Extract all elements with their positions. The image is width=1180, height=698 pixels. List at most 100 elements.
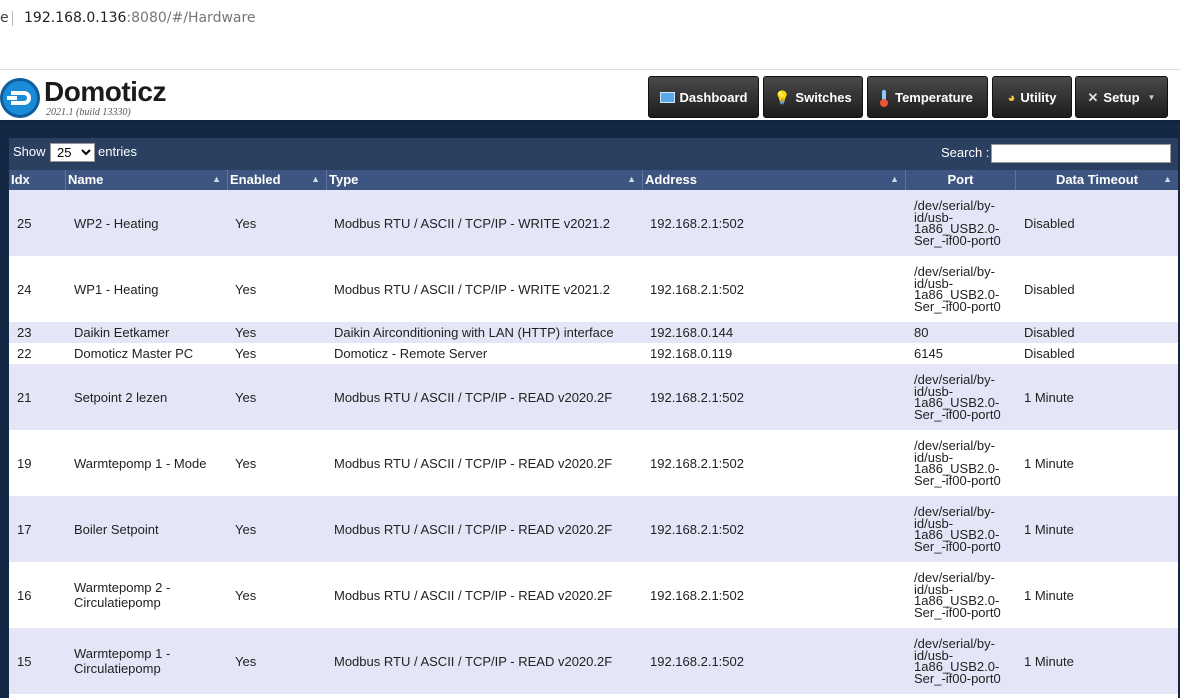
nav-temperature-button[interactable]: Temperature xyxy=(867,76,988,118)
cell-port-line: Ser_-if00-port0 xyxy=(914,232,1001,248)
col-header-name[interactable]: Name ▲ xyxy=(66,170,228,190)
nav-setup-button[interactable]: ✕ Setup ▼ xyxy=(1075,76,1168,118)
cell-address: 192.168.2.1:502 xyxy=(650,389,744,405)
url-text[interactable]: 192.168.0.136:8080/#/Hardware xyxy=(24,10,256,26)
cell-type: Modbus RTU / ASCII / TCP/IP - WRITE v202… xyxy=(334,215,610,231)
cell-type: Modbus RTU / ASCII / TCP/IP - READ v2020… xyxy=(334,521,613,537)
cell-port-line: Ser_-if00-port0 xyxy=(914,406,1001,422)
cell-name: Warmtepomp 1 - Circulatiepomp xyxy=(74,628,224,694)
cell-port: /dev/serial/by-id/usb- 1a86_USB2.0- Ser_-i… xyxy=(914,256,1014,322)
cell-port: /dev/serial/by-id/usb- 1a86_USB2.0- Ser_-i… xyxy=(914,496,1014,562)
cell-port: 80 xyxy=(914,322,1014,343)
cell-idx: 16 xyxy=(17,587,32,603)
domoticz-logo-icon[interactable] xyxy=(0,78,40,118)
table-row[interactable]: 16 Warmtepomp 2 - Circulatiepomp Yes Modbus … xyxy=(9,562,1178,628)
cell-idx: 17 xyxy=(17,521,32,537)
cell-address: 192.168.0.119 xyxy=(650,346,733,361)
cell-name: Warmtepomp 1 - Mode xyxy=(74,455,207,471)
sort-icon: ▲ xyxy=(311,174,320,184)
cell-port: /dev/serial/by-id/usb- 1a86_USB2.0- Ser_-i… xyxy=(914,430,1014,496)
cell-name: WP1 - Heating xyxy=(74,281,159,297)
cell-data-timeout: Disabled xyxy=(1024,215,1075,231)
table-row[interactable]: 17 Boiler Setpoint Yes Modbus RTU / ASCII /… xyxy=(9,496,1178,562)
cell-type: Modbus RTU / ASCII / TCP/IP - WRITE v202… xyxy=(334,281,610,297)
cell-enabled: Yes xyxy=(235,215,257,231)
cell-data-timeout: 1 Minute xyxy=(1024,521,1074,537)
cell-idx: 21 xyxy=(17,389,32,405)
table-toolbar: Show 25 entries Search : xyxy=(9,138,1178,170)
nav-switches-button[interactable]: 💡 Switches xyxy=(763,76,863,118)
nav-utility-button[interactable]: ◕ Utility xyxy=(992,76,1072,118)
col-header-enabled[interactable]: Enabled ▲ xyxy=(228,170,327,190)
cell-type: Domoticz - Remote Server xyxy=(334,346,488,361)
cell-port-line: Ser_-if00-port0 xyxy=(914,472,1001,488)
cell-name: Domoticz Master PC xyxy=(74,346,194,361)
cell-data-timeout: 1 Minute xyxy=(1024,653,1074,669)
app-header: Domoticz 2021.1 (build 13330) Dashboard … xyxy=(0,70,1180,123)
cell-port-line: Ser_-if00-port0 xyxy=(914,670,1001,686)
cell-name-line: Warmtepomp 2 - xyxy=(74,580,171,595)
col-header-port[interactable]: Port xyxy=(906,170,1016,190)
cell-address: 192.168.2.1:502 xyxy=(650,653,744,669)
sort-icon: ▲ xyxy=(627,174,636,184)
tools-icon: ✕ xyxy=(1087,89,1099,105)
col-header-type[interactable]: Type ▲ xyxy=(327,170,643,190)
table-row[interactable]: 25 WP2 - Heating Yes Modbus RTU / ASCII / T… xyxy=(9,190,1178,256)
nav-utility-label: Utility xyxy=(1020,89,1057,105)
table-row[interactable]: 22 Domoticz Master PC Yes Domoticz - Remote… xyxy=(9,343,1178,364)
table-row[interactable]: 21 Setpoint 2 lezen Yes Modbus RTU / ASCII … xyxy=(9,364,1178,430)
cell-data-timeout: 1 Minute xyxy=(1024,389,1074,405)
cell-idx: 15 xyxy=(17,653,32,669)
cell-enabled: Yes xyxy=(235,653,257,669)
nav-switches-label: Switches xyxy=(795,89,852,105)
cell-port: /dev/serial/by-id/usb- 1a86_USB2.0- Ser_-i… xyxy=(914,562,1014,628)
cell-idx: 22 xyxy=(17,346,32,361)
search-input[interactable] xyxy=(991,144,1171,163)
cell-idx: 24 xyxy=(17,281,32,297)
cell-address: 192.168.2.1:502 xyxy=(650,455,744,471)
cell-name: Setpoint 2 lezen xyxy=(74,389,168,405)
cell-name: Daikin Eetkamer xyxy=(74,325,170,340)
lightbulb-icon: 💡 xyxy=(774,89,791,105)
browser-toolbar-strip xyxy=(0,35,1180,70)
version-label: 2021.1 (build 13330) xyxy=(46,107,131,118)
cell-type: Modbus RTU / ASCII / TCP/IP - READ v2020… xyxy=(334,587,613,603)
table-header: Idx Name ▲ Enabled ▲ Type ▲ Address ▲ Port D… xyxy=(9,170,1178,190)
col-header-data-timeout[interactable]: Data Timeout ▲ xyxy=(1016,170,1178,190)
cell-address: 192.168.2.1:502 xyxy=(650,587,744,603)
cell-type: Modbus RTU / ASCII / TCP/IP - READ v2020… xyxy=(334,389,613,405)
nav-temperature-label: Temperature xyxy=(895,89,973,105)
entries-label: entries xyxy=(98,144,138,159)
hardware-table-panel: Show 25 entries Search : Idx Name ▲ Enabl… xyxy=(9,138,1178,698)
cell-enabled: Yes xyxy=(235,587,257,603)
dashboard-icon xyxy=(659,91,675,103)
cell-data-timeout: 1 Minute xyxy=(1024,455,1074,471)
cell-idx: 25 xyxy=(17,215,32,231)
cell-data-timeout: 1 Minute xyxy=(1024,587,1074,603)
table-row[interactable]: 23 Daikin Eetkamer Yes Daikin Airconditioni… xyxy=(9,322,1178,343)
table-row[interactable]: 19 Warmtepomp 1 - Mode Yes Modbus RTU / ASC… xyxy=(9,430,1178,496)
nav-dashboard-button[interactable]: Dashboard xyxy=(648,76,759,118)
cell-name: WP2 - Heating xyxy=(74,215,159,231)
sort-icon: ▲ xyxy=(212,174,221,184)
table-row[interactable]: 15 Warmtepomp 1 - Circulatiepomp Yes Modbus … xyxy=(9,628,1178,694)
search-label: Search : xyxy=(941,145,990,160)
nav-dashboard-label: Dashboard xyxy=(679,89,748,105)
table-row[interactable]: 24 WP1 - Heating Yes Modbus RTU / ASCII / T… xyxy=(9,256,1178,322)
cell-name-line: Warmtepomp 1 - xyxy=(74,646,171,661)
cell-address: 192.168.2.1:502 xyxy=(650,521,744,537)
col-header-idx[interactable]: Idx xyxy=(9,170,66,190)
show-label: Show xyxy=(13,144,46,159)
sort-icon: ▲ xyxy=(890,174,899,184)
cell-port-line: Ser_-if00-port0 xyxy=(914,538,1001,554)
col-header-address[interactable]: Address ▲ xyxy=(643,170,906,190)
cell-enabled: Yes xyxy=(235,325,257,340)
url-path: :8080/#/Hardware xyxy=(126,10,256,26)
cell-data-timeout: Disabled xyxy=(1024,325,1075,340)
brand-name[interactable]: Domoticz xyxy=(44,76,167,108)
nav-setup-label: Setup xyxy=(1103,89,1140,105)
cell-port: /dev/serial/by-id/usb- 1a86_USB2.0- Ser_-i… xyxy=(914,190,1014,256)
cell-port: /dev/serial/by-id/usb- 1a86_USB2.0- Ser_-i… xyxy=(914,628,1014,694)
page-size-select[interactable]: 25 xyxy=(50,143,95,162)
browser-address-bar[interactable]: e 192.168.0.136:8080/#/Hardware xyxy=(0,0,1180,35)
